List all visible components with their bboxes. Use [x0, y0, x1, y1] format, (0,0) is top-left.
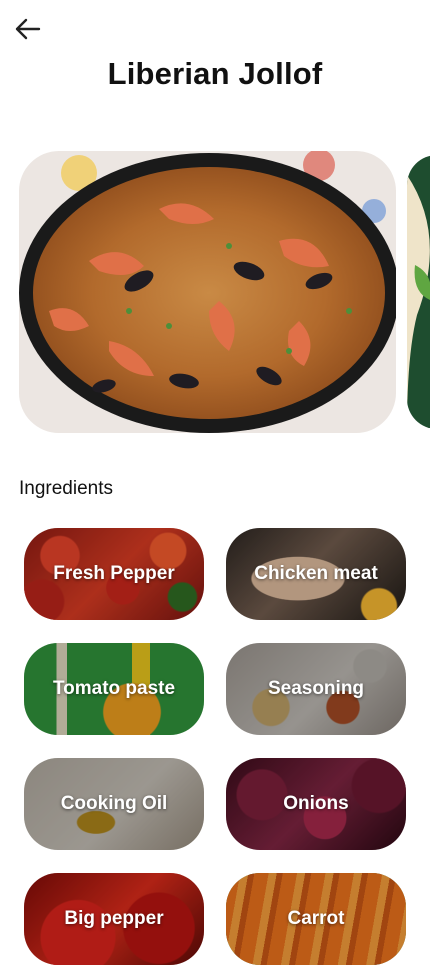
- ingredients-heading: Ingredients: [19, 478, 114, 499]
- ingredient-label: Chicken meat: [254, 563, 378, 584]
- ingredient-chip-chicken-meat[interactable]: Chicken meat: [226, 528, 406, 620]
- ingredient-label: Fresh Pepper: [53, 563, 175, 584]
- arrow-left-icon: [13, 17, 41, 46]
- ingredient-label: Seasoning: [267, 678, 365, 699]
- next-dish-image[interactable]: [407, 155, 430, 429]
- ingredient-chip-big-pepper[interactable]: Big pepper: [24, 873, 204, 965]
- ingredient-chip-tomato-paste[interactable]: Tomato paste: [24, 643, 204, 735]
- ingredient-chip-seasoning[interactable]: Seasoning: [226, 643, 406, 735]
- dish-carousel[interactable]: [0, 151, 430, 433]
- ingredient-chip-carrot[interactable]: Carrot: [226, 873, 406, 965]
- ingredient-label: Onions: [283, 793, 349, 814]
- page-title: Liberian Jollof: [107, 56, 323, 91]
- ingredient-chip-fresh-pepper[interactable]: Fresh Pepper: [24, 528, 204, 620]
- ingredient-label: Carrot: [287, 908, 345, 929]
- ingredient-chip-onions[interactable]: Onions: [226, 758, 406, 850]
- ingredient-label: Big pepper: [64, 908, 164, 929]
- ingredient-chip-cooking-oil[interactable]: Cooking Oil: [24, 758, 204, 850]
- back-button[interactable]: [10, 14, 44, 48]
- ingredient-label: Cooking Oil: [60, 793, 168, 814]
- ingredient-label: Tomato paste: [52, 678, 176, 699]
- hero-dish-image[interactable]: [19, 151, 396, 433]
